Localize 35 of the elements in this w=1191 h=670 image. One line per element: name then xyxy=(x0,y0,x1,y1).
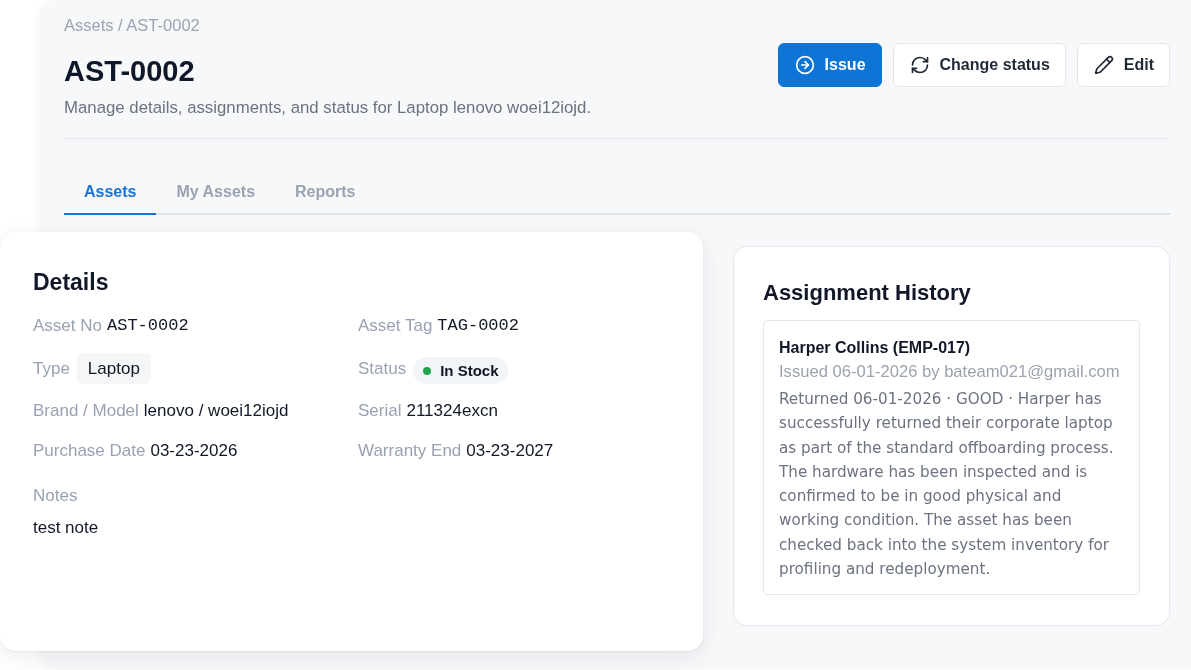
issue-button[interactable]: Issue xyxy=(777,43,882,87)
arrow-circle-icon xyxy=(794,55,815,75)
field-label: Brand / Model xyxy=(33,400,139,422)
tab[interactable]: Reports xyxy=(275,171,376,215)
change-status-button[interactable]: Change status xyxy=(892,43,1066,87)
issued-text: Issued 06-01-2026 by bateam021@gmail.com xyxy=(779,361,1120,383)
breadcrumb: Assets / AST-0002 xyxy=(64,15,200,35)
tab[interactable]: My Assets xyxy=(156,171,276,215)
card-title: Details xyxy=(33,268,109,296)
notes-text: test note xyxy=(33,517,99,539)
return-note: Returned 06-01-2026 · GOOD · Harper has successfully returned their corporate laptop as part of the standard offboarding process. The hardware has been inspected and is confirmed to be in good physical and working condition. The asset has been checked back into the system inventory for profiling and redeployment. xyxy=(779,389,1115,581)
field-value: lenovo / woei12iojd xyxy=(143,400,289,422)
pencil-icon xyxy=(1093,55,1114,75)
field-label: Serial xyxy=(358,400,402,422)
assignee-name: Harper Collins (EMP-017) xyxy=(779,338,971,358)
field-label: Notes xyxy=(33,485,78,507)
tab[interactable]: Assets xyxy=(64,171,157,215)
field-value: 03-23-2027 xyxy=(466,440,554,462)
field-label: Type xyxy=(33,357,70,380)
field-label: Asset Tag xyxy=(358,315,433,337)
field-value: TAG-0002 xyxy=(437,315,519,337)
refresh-icon xyxy=(909,55,930,75)
field-value: 03-23-2026 xyxy=(150,440,238,462)
field-label: Warranty End xyxy=(358,440,462,462)
field-value: AST-0002 xyxy=(107,315,189,337)
page-title: AST-0002 xyxy=(64,54,195,89)
status-value: In Stock xyxy=(440,361,499,381)
page-subtitle: Manage details, assignments, and status for Laptop lenovo woei12iojd. xyxy=(64,97,592,119)
type-chip: Laptop xyxy=(76,353,151,384)
field-label: Asset No xyxy=(33,315,102,337)
card-title: Assignment History xyxy=(763,279,971,307)
field-label: Purchase Date xyxy=(33,440,146,462)
edit-button[interactable]: Edit xyxy=(1076,43,1170,87)
field-label: Status xyxy=(358,357,407,380)
field-value: 211324excn xyxy=(406,400,498,422)
